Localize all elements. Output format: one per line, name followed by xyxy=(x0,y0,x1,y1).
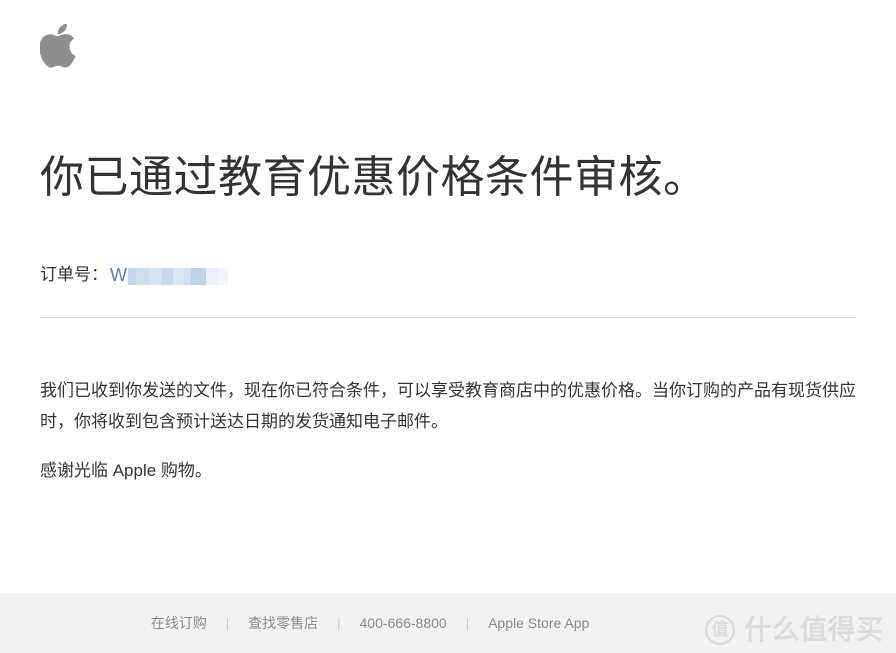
main-content: 你已通过教育优惠价格条件审核。 订单号： W 我们已收到你发送的文件，现在你已符… xyxy=(40,150,856,486)
footer-nav: 在线订购 | 查找零售店 | 400-666-8800 | Apple Stor… xyxy=(149,613,592,633)
order-number-prefix: W xyxy=(110,265,127,285)
section-divider xyxy=(40,317,856,318)
body-paragraph-2: 感谢光临 Apple 购物。 xyxy=(40,461,212,480)
order-number-label: 订单号： xyxy=(40,265,108,284)
footer-link-apple-store-app[interactable]: Apple Store App xyxy=(486,615,591,631)
footer-link-phone[interactable]: 400-666-8800 xyxy=(358,615,449,631)
order-number-redacted-block xyxy=(128,267,228,285)
order-number-link[interactable]: W xyxy=(110,264,228,286)
footer-link-find-store[interactable]: 查找零售店 xyxy=(246,613,320,633)
apple-logo-container xyxy=(40,24,84,74)
footer-separator: | xyxy=(465,615,470,631)
footer: 在线订购 | 查找零售店 | 400-666-8800 | Apple Stor… xyxy=(0,593,896,653)
body-paragraph-1: 我们已收到你发送的文件，现在你已符合条件，可以享受教育商店中的优惠价格。当你订购… xyxy=(40,381,856,431)
email-page: 你已通过教育优惠价格条件审核。 订单号： W 我们已收到你发送的文件，现在你已符… xyxy=(0,0,896,653)
footer-separator: | xyxy=(225,615,230,631)
body-copy: 我们已收到你发送的文件，现在你已符合条件，可以享受教育商店中的优惠价格。当你订购… xyxy=(40,375,856,486)
footer-separator: | xyxy=(337,615,341,631)
order-number-row: 订单号： W xyxy=(40,263,856,287)
footer-link-order-online[interactable]: 在线订购 xyxy=(149,613,209,633)
apple-logo-icon xyxy=(40,24,76,68)
page-title: 你已通过教育优惠价格条件审核。 xyxy=(40,153,708,202)
